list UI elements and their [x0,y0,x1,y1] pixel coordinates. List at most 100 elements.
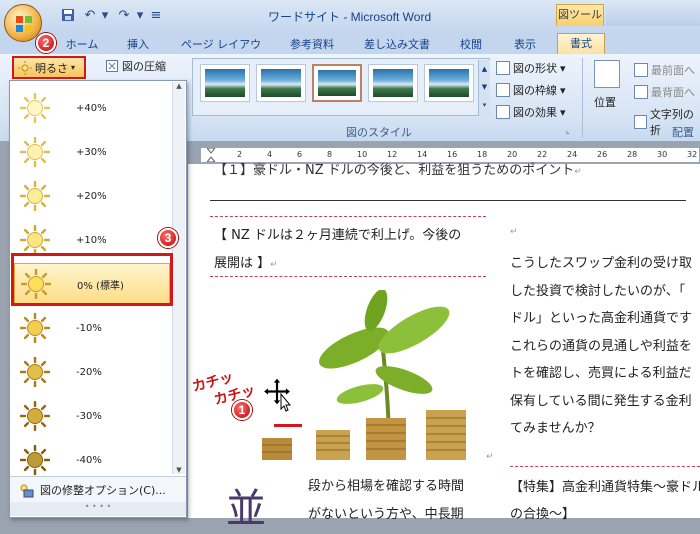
office-logo-icon [16,16,32,32]
brightness-option[interactable]: +20% [14,175,170,217]
paragraph-mark: ↵ [510,227,518,237]
brightness-option[interactable]: -20% [14,351,170,393]
picture-style-1[interactable] [200,64,250,102]
send-back-icon [634,85,648,99]
doc-right-line: した投資で検討したいのが、「 [510,283,686,299]
brightness-option-label: +10% [76,234,107,246]
right-column-text: こうしたスワップ金利の受け取 した投資で検討したいのが、「 ドル」といった高金利… [510,250,692,443]
customize-qat-icon[interactable]: ≡ [148,8,164,24]
feature-dash [510,466,700,467]
document-page: 【１】豪ドル・NZ ドルの今後と、利益を狙うためのポイント↵ 【 NZ ドルは２… [188,163,700,532]
office-button[interactable] [4,4,42,42]
sun-icon [20,401,50,431]
brightness-label: 明るさ [35,61,68,75]
brightness-option[interactable]: -30% [14,395,170,437]
tab-mailings[interactable]: 差し込み文書 [360,35,434,54]
doc-right-line: トを確認し、売買による利益だ [510,366,692,381]
plant-coins-picture[interactable] [254,290,484,462]
undo-icon[interactable]: ↶ [82,8,98,24]
picture-style-3[interactable] [312,64,362,102]
brightness-option-label: +30% [76,146,107,158]
heading-dash-bottom [210,276,486,277]
brightness-option-label: -40% [76,454,102,466]
ruler-number: 26 [597,150,608,159]
brightness-option[interactable]: -10% [14,307,170,349]
save-icon[interactable] [60,8,76,24]
doc-heading-line1: 【 NZ ドルは２ヶ月連続で利上げ。今後の [214,228,462,243]
corrections-icon [20,484,34,497]
sun-icon [20,445,50,475]
brightness-option-label: -20% [76,366,102,378]
dropcap: 並 [226,486,266,532]
doc-feature-line2: の合換～】 [510,507,576,522]
text-wrap-icon [634,115,647,129]
tab-insert[interactable]: 挿入 [122,35,154,54]
tab-home[interactable]: ホーム [64,35,100,54]
ruler-number: 32 [687,150,698,159]
window-controls[interactable] [606,4,700,26]
gallery-scroll[interactable]: ▲ ▼ ▾ [478,60,490,116]
doc-right-line: これらの通貨の見通しや利益を [510,338,692,354]
brightness-option[interactable]: +30% [14,131,170,173]
sun-icon [18,60,32,75]
tab-references[interactable]: 参考資料 [284,35,340,54]
picture-style-2[interactable] [256,64,306,102]
brightness-button[interactable]: 明るさ ▾ [12,56,86,79]
step-1-badge: 1 [232,400,252,420]
dropdown-resize-grip[interactable]: • • • • [10,502,186,516]
sun-icon [20,181,50,211]
picture-tools-context-label: 図ツール [556,4,604,26]
doc-right-line: てみませんか？ [510,421,601,436]
chevron-down-icon: ▾ [71,63,76,72]
doc-right-line: 保有している間に発生する金利 [510,393,692,409]
picture-effects-button[interactable]: 図の効果 ▾ [496,104,566,120]
arrange-group-label: 配置 [672,126,694,139]
position-icon [594,60,620,88]
picture-style-5[interactable] [424,64,474,102]
doc-top-line: 【１】豪ドル・NZ ドルの今後と、利益を狙うためのポイント↵ [214,163,582,178]
doc-heading-line2: 展開は 】↵ [214,256,278,271]
sun-icon [20,225,50,255]
compress-label: 図の圧縮 [122,60,166,73]
picture-border-button[interactable]: 図の枠線 ▾ [496,82,566,98]
cursor-underline [274,424,302,427]
doc-right-line: こうしたスワップ金利の受け取 [510,256,693,271]
sun-icon [20,313,50,343]
brightness-option-label: +20% [76,190,107,202]
tab-format[interactable]: 書式 [557,33,605,55]
group-separator [582,58,583,138]
dialog-launcher-icon[interactable]: ⌞ [566,126,570,135]
shape-icon [496,61,510,75]
picture-styles-group-label: 図のスタイル [346,126,412,139]
doc-feature-line1: 【特集】高金利通貨特集～豪ドル [510,480,700,495]
undo-dropdown-icon[interactable]: ▾ [97,8,113,24]
redo-icon[interactable]: ↷ [116,8,132,24]
compress-pictures-button[interactable]: 図の圧縮 [106,58,166,74]
redo-dropdown-icon[interactable]: ▾ [132,8,148,24]
bring-front-icon [634,63,648,77]
border-icon [496,83,510,97]
ruler-number: 30 [657,150,668,159]
brightness-option[interactable]: +40% [14,87,170,129]
bring-to-front-button[interactable]: 最前面へ [634,62,695,78]
ruler-number: 28 [627,150,638,159]
position-button[interactable]: 位置 [594,94,616,110]
sun-icon [20,137,50,167]
doc-bottom-line2: がないという方や、中長期 [308,507,464,522]
brightness-option-label: +40% [76,102,107,114]
picture-style-4[interactable] [368,64,418,102]
send-to-back-button[interactable]: 最背面へ [634,84,695,100]
picture-corrections-options[interactable]: 図の修整オプション(C)... [10,476,186,502]
tab-view[interactable]: 表示 [508,35,542,54]
tab-review[interactable]: 校閲 [454,35,488,54]
brightness-option-label: -30% [76,410,102,422]
scroll-down-icon[interactable]: ▼ [173,466,185,474]
step-3-badge: 3 [158,228,178,248]
scroll-up-icon[interactable]: ▲ [173,82,185,90]
doc-right-line: ドル」といった高金利通貨です [510,311,693,326]
brightness-option[interactable]: -40% [14,439,170,481]
doc-bottom-line1: 段から相場を確認する時間 [308,479,465,494]
tab-page-layout[interactable]: ページ レイアウト [176,35,266,70]
dropdown-scrollbar[interactable]: ▲ ▼ [172,82,185,474]
picture-shape-button[interactable]: 図の形状 ▾ [496,60,566,76]
